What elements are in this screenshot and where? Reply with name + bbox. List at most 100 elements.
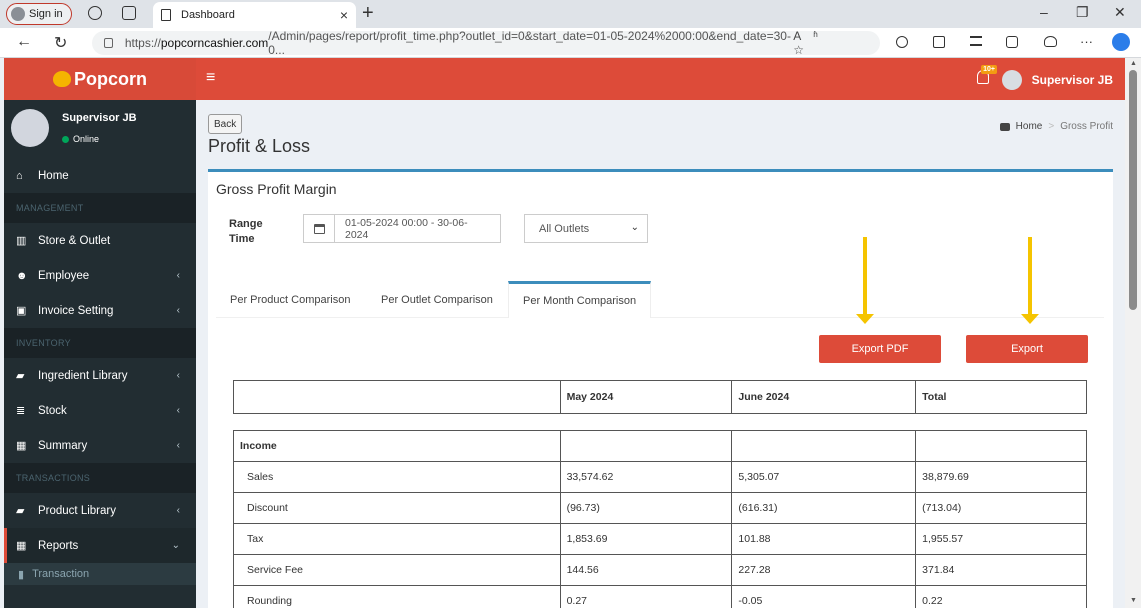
sidebar-item-stock[interactable]: ≣ Stock ‹: [4, 393, 196, 428]
row-label: Sales: [233, 461, 561, 493]
chevron-left-icon: ‹: [176, 270, 180, 281]
new-tab-button[interactable]: +: [362, 2, 374, 25]
table-cell: 371.84: [915, 554, 1087, 586]
avatar: [1001, 70, 1022, 90]
bar-chart-icon: ▮: [18, 568, 25, 581]
table-row: Rounding 0.27 -0.05 0.22: [233, 585, 1087, 608]
table-cell: 33,574.62: [559, 461, 733, 493]
sidebar: Supervisor JB Online ⌂ Home MANAGEMENT ▥ Sto…: [4, 100, 196, 608]
book-icon: ▰: [16, 370, 25, 382]
tab-close-icon[interactable]: ×: [340, 7, 348, 23]
sidebar-item-store-outlet[interactable]: ▥ Store & Outlet: [4, 223, 196, 258]
close-window-button[interactable]: ✕: [1114, 4, 1126, 21]
table-row: Sales 33,574.62 5,305.07 38,879.69: [233, 461, 1087, 493]
reload-icon[interactable]: ↻: [54, 33, 67, 53]
logo-text: Popcorn: [73, 68, 147, 89]
sidebar-item-home[interactable]: ⌂ Home: [4, 158, 196, 193]
table-body: Income Sales 33,574.62 5,305.07 38,879.69 Dis…: [233, 413, 1087, 608]
chevron-left-icon: ‹: [176, 505, 180, 516]
calendar-icon-wrap[interactable]: [304, 215, 335, 242]
row-label: Service Fee: [233, 554, 561, 586]
workspaces-icon[interactable]: [88, 6, 102, 20]
tab-per-product[interactable]: Per Product Comparison: [230, 281, 350, 318]
url-field[interactable]: https://popcorncashier.com/Admin/pages/r…: [92, 29, 880, 57]
book-icon: ▰: [16, 505, 25, 517]
users-icon: ☻: [16, 269, 28, 282]
sidebar-item-product-library[interactable]: ▰ Product Library ‹: [4, 493, 196, 528]
sidebar-item-employee[interactable]: ☻ Employee ‹: [4, 258, 196, 293]
table-cell: -0.05: [731, 585, 917, 608]
row-label: Discount: [233, 492, 561, 524]
tab-title: Dashboard: [181, 9, 235, 21]
split-screen-icon[interactable]: [933, 36, 945, 48]
url-tools[interactable]: Aʱ ☆: [793, 29, 866, 57]
sidebar-item-invoice-setting[interactable]: ▣ Invoice Setting ‹: [4, 293, 196, 328]
browser-essentials-icon[interactable]: [1044, 36, 1057, 47]
export-button[interactable]: Export: [966, 335, 1088, 363]
page-scrollbar[interactable]: ▲ ▼: [1125, 58, 1141, 608]
scrollbar-thumb[interactable]: [1129, 70, 1137, 310]
tab-per-month[interactable]: Per Month Comparison: [508, 281, 652, 318]
table-row: Tax 1,853.69 101.88 1,955.57: [233, 523, 1087, 555]
date-range-value[interactable]: 01-05-2024 00:00 - 30-06-2024: [335, 215, 500, 242]
scroll-down-icon[interactable]: ▼: [1130, 597, 1137, 604]
table-cell: [915, 430, 1087, 462]
sidebar-item-label: Ingredient Library: [38, 369, 128, 382]
sidebar-item-reports[interactable]: ▦ Reports ⌄: [4, 528, 196, 563]
sidebar-item-label: Store & Outlet: [38, 234, 111, 247]
table-header-row: May 2024 June 2024 Total: [233, 380, 1087, 414]
user-menu[interactable]: Supervisor JB: [1001, 70, 1113, 90]
annotation-arrow-export: [1021, 237, 1039, 324]
user-status: Online: [62, 134, 99, 144]
back-arrow-icon[interactable]: ←: [16, 33, 32, 51]
column-header: Total: [915, 380, 1087, 414]
sidebar-item-summary[interactable]: ▦ Summary ‹: [4, 428, 196, 463]
chevron-down-icon: ⌄: [171, 540, 180, 551]
sidebar-user-name: Supervisor JB: [62, 112, 137, 124]
outlet-select[interactable]: All Outlets ⌄: [524, 214, 648, 243]
date-range-picker[interactable]: 01-05-2024 00:00 - 30-06-2024: [303, 214, 501, 243]
table-cell: 1,955.57: [915, 523, 1087, 555]
table-cell: (96.73): [559, 492, 733, 524]
calendar-icon: [313, 223, 325, 234]
url-path: /Admin/pages/report/profit_time.php?outl…: [268, 29, 791, 57]
column-header: [233, 380, 561, 414]
sidebar-item-label: Stock: [38, 404, 67, 417]
table-cell: [731, 430, 917, 462]
extensions-icon[interactable]: [896, 36, 908, 48]
favorites-icon[interactable]: [970, 36, 982, 46]
spacer-cell: [731, 413, 916, 431]
browser-address-bar: ← ↻ https://popcorncashier.com/Admin/pag…: [0, 28, 1141, 58]
export-pdf-button[interactable]: Export PDF: [819, 335, 941, 363]
chevron-down-icon: ⌄: [630, 222, 639, 233]
sidebar-item-ingredient-library[interactable]: ▰ Ingredient Library ‹: [4, 358, 196, 393]
scroll-up-icon[interactable]: ▲: [1130, 60, 1137, 67]
annotation-arrow-pdf: [856, 237, 874, 324]
sidebar-item-label: Invoice Setting: [38, 304, 114, 317]
home-icon: ⌂: [16, 169, 23, 182]
breadcrumb-home[interactable]: Home: [1016, 121, 1043, 132]
copilot-icon[interactable]: [1112, 33, 1130, 51]
back-button[interactable]: Back: [208, 114, 243, 134]
collections-icon[interactable]: [1006, 36, 1018, 48]
comparison-tabs: Per Product Comparison Per Outlet Compar…: [216, 281, 1104, 318]
tab-per-outlet[interactable]: Per Outlet Comparison: [381, 281, 493, 318]
notification-badge: 10+: [981, 65, 997, 74]
sidebar-item-label: Home: [38, 169, 69, 182]
row-label: Rounding: [233, 585, 561, 608]
row-label: Tax: [233, 523, 561, 555]
restore-button[interactable]: ❐: [1076, 4, 1089, 21]
app-logo[interactable]: Popcorn: [4, 58, 196, 100]
minimize-button[interactable]: –: [1040, 4, 1048, 20]
sidebar-section-header: INVENTORY: [4, 328, 196, 358]
sign-in-button[interactable]: Sign in: [6, 3, 72, 25]
table-cell: (616.31): [731, 492, 917, 524]
tab-dashboard[interactable]: Dashboard ×: [153, 2, 356, 28]
more-icon[interactable]: ···: [1080, 34, 1093, 49]
sidebar-subitem-transaction[interactable]: ▮ Transaction: [4, 563, 196, 585]
tab-actions-icon[interactable]: [122, 6, 136, 20]
menu-toggle-icon[interactable]: ≡: [206, 69, 215, 87]
app-top-bar: ≡ 10+ Supervisor JB: [196, 58, 1125, 100]
online-dot-icon: [62, 135, 69, 143]
outlet-select-value: All Outlets: [539, 222, 590, 235]
